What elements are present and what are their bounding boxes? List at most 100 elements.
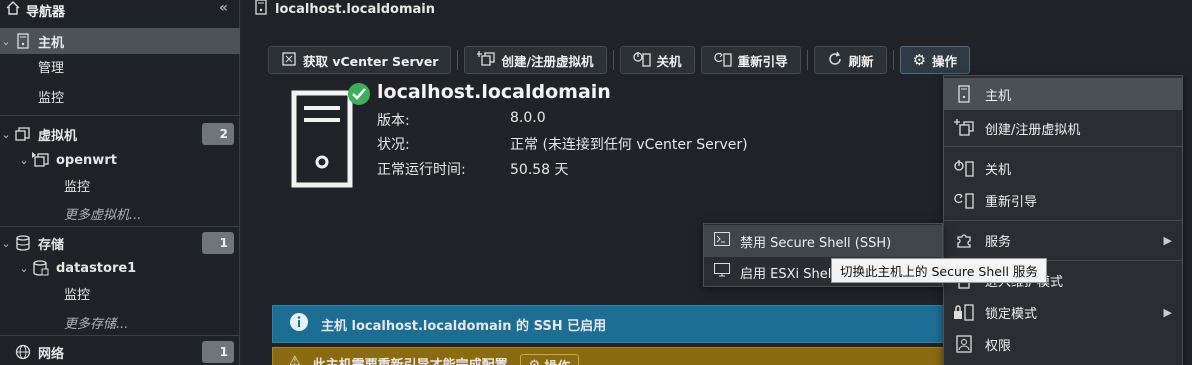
- sidebar-item-network[interactable]: 网络 1: [0, 339, 240, 365]
- sidebar-item-more-vms[interactable]: 更多虚拟机...: [0, 200, 240, 226]
- toolbar-separator: [612, 50, 614, 70]
- actions-menu: 主机 创建/注册虚拟机 关机 重新引导 服务 ▶ 进入维护模式 锁定模式 ▶ 权…: [943, 75, 1183, 365]
- page-title: localhost.localdomain: [275, 1, 435, 17]
- storage-icon: [14, 234, 32, 252]
- add-vm-icon: [949, 119, 979, 137]
- refresh-icon: [827, 51, 843, 70]
- reboot-icon: [713, 51, 732, 70]
- host-icon: [949, 85, 979, 103]
- menu-item-label: 重新引导: [985, 194, 1038, 210]
- sidebar-item-more-storage[interactable]: 更多存储...: [0, 309, 240, 335]
- chevron-right-icon: ▶: [1163, 305, 1172, 319]
- version-value: 8.0.0: [510, 110, 546, 126]
- menu-divider: [944, 146, 1182, 147]
- menu-item-label: 主机: [985, 88, 1012, 104]
- menu-divider: [944, 220, 1182, 221]
- count-badge: 1: [202, 341, 234, 363]
- navigator-title: 导航器: [26, 4, 66, 20]
- sidebar-item-label: openwrt: [56, 152, 117, 168]
- actions-button[interactable]: ⚙ 操作: [899, 46, 971, 74]
- menu-item-label: 权限: [985, 338, 1012, 354]
- refresh-button[interactable]: 刷新: [813, 46, 887, 74]
- sidebar-item-manage[interactable]: 管理: [0, 53, 240, 79]
- menu-item-shutdown[interactable]: 关机: [944, 152, 1182, 184]
- host-icon: [14, 32, 32, 50]
- get-vcenter-button[interactable]: 获取 vCenter Server: [268, 46, 452, 74]
- sidebar-item-label: 更多存储...: [64, 316, 129, 332]
- menu-item-reboot[interactable]: 重新引导: [944, 184, 1182, 216]
- chevron-down-icon[interactable]: ⌄: [18, 154, 30, 167]
- divider: [0, 335, 240, 336]
- sidebar-item-label: 存储: [38, 237, 65, 253]
- host-toolbar: 获取 vCenter Server 创建/注册虚拟机 关机 重新引导 刷新 ⚙ …: [268, 46, 976, 74]
- menu-item-label: 服务: [985, 234, 1012, 250]
- power-off-icon: [632, 51, 651, 70]
- menu-item-permissions[interactable]: 权限: [944, 328, 1182, 360]
- sidebar-item-host[interactable]: ⌄ 主机: [0, 28, 240, 54]
- submenu-item-label: 禁用 Secure Shell (SSH): [740, 235, 892, 251]
- sidebar-item-openwrt[interactable]: ⌄ openwrt: [0, 147, 240, 173]
- navigator-header: 导航器 «: [0, 0, 240, 20]
- menu-item-label: 关机: [985, 162, 1012, 178]
- status-ok-icon: [348, 83, 370, 105]
- toolbar-button-label: 获取 vCenter Server: [303, 53, 439, 69]
- toolbar-separator: [457, 50, 459, 70]
- sidebar-item-vm-monitor[interactable]: 监控: [0, 172, 240, 198]
- reboot-required-banner: ⚠ 此主机需要重新引导才能完成配置 ⚙ 操作: [272, 347, 952, 365]
- create-register-vm-button[interactable]: 创建/注册虚拟机: [464, 46, 607, 74]
- chevron-down-icon[interactable]: ⌄: [18, 262, 30, 275]
- monitor-icon: [714, 263, 730, 281]
- power-off-icon: [949, 159, 979, 177]
- banner-button-label: 操作: [544, 356, 570, 365]
- navigator-sidebar: 导航器 « ⌄ 主机 管理 监控 ⌄ 虚拟机 2 ⌄ openwrt 监控 更多…: [0, 0, 240, 365]
- vm-icon: [14, 125, 32, 143]
- sidebar-item-label: 网络: [38, 346, 65, 362]
- network-icon: [14, 343, 32, 361]
- sidebar-item-label: 管理: [38, 60, 65, 76]
- sidebar-item-vms[interactable]: ⌄ 虚拟机 2: [0, 121, 240, 147]
- uptime-key: 正常运行时间:: [377, 162, 466, 178]
- ssh-tooltip: 切换此主机上的 Secure Shell 服务: [831, 258, 1047, 283]
- terminal-icon: [714, 232, 730, 250]
- menu-item-lockdown[interactable]: 锁定模式 ▶: [944, 296, 1182, 328]
- sidebar-item-label: 虚拟机: [38, 128, 78, 144]
- chevron-down-icon[interactable]: ⌄: [0, 128, 12, 141]
- toolbar-button-label: 关机: [656, 53, 682, 69]
- sidebar-item-monitor[interactable]: 监控: [0, 83, 240, 109]
- toolbar-button-label: 创建/注册虚拟机: [501, 53, 594, 69]
- toolbar-button-label: 重新引导: [737, 53, 788, 69]
- banner-actions-button[interactable]: ⚙ 操作: [519, 354, 580, 365]
- sidebar-item-storage-monitor[interactable]: 监控: [0, 280, 240, 306]
- sidebar-item-label: 更多虚拟机...: [64, 207, 142, 223]
- state-key: 状况:: [377, 137, 410, 153]
- menu-item-host[interactable]: 主机: [944, 78, 1182, 110]
- sidebar-item-label: 监控: [38, 90, 65, 106]
- count-badge: 1: [202, 232, 234, 254]
- menu-item-label: 锁定模式: [985, 306, 1038, 322]
- page-header: localhost.localdomain: [255, 0, 435, 18]
- sidebar-item-storage[interactable]: ⌄ 存储 1: [0, 230, 240, 256]
- count-badge: 2: [202, 123, 234, 145]
- sidebar-item-label: 主机: [38, 35, 65, 51]
- menu-item-services[interactable]: 服务 ▶: [944, 224, 1182, 256]
- collapse-sidebar-icon[interactable]: «: [219, 0, 228, 16]
- menu-item-create-vm[interactable]: 创建/注册虚拟机: [944, 112, 1182, 144]
- menu-item-label: 创建/注册虚拟机: [985, 122, 1081, 138]
- shutdown-button[interactable]: 关机: [619, 46, 695, 74]
- sidebar-item-datastore1[interactable]: ⌄ datastore1: [0, 255, 240, 281]
- toolbar-button-label: 操作: [932, 53, 958, 69]
- banner-text: 此主机需要重新引导才能完成配置: [313, 354, 508, 365]
- menu-item-disable-ssh[interactable]: 禁用 Secure Shell (SSH): [704, 225, 942, 257]
- version-key: 版本:: [377, 113, 410, 129]
- reboot-button[interactable]: 重新引导: [700, 46, 801, 74]
- gear-icon: ⚙: [528, 357, 541, 365]
- chevron-down-icon[interactable]: ⌄: [0, 237, 12, 250]
- host-name: localhost.localdomain: [377, 81, 611, 103]
- submenu-item-label: 启用 ESXi Shell: [740, 266, 835, 282]
- divider: [0, 115, 240, 116]
- toolbar-button-label: 刷新: [848, 53, 874, 69]
- warning-icon: ⚠: [289, 354, 301, 365]
- permissions-icon: [949, 335, 979, 353]
- gear-icon: ⚙: [912, 51, 927, 69]
- chevron-down-icon[interactable]: ⌄: [0, 35, 12, 48]
